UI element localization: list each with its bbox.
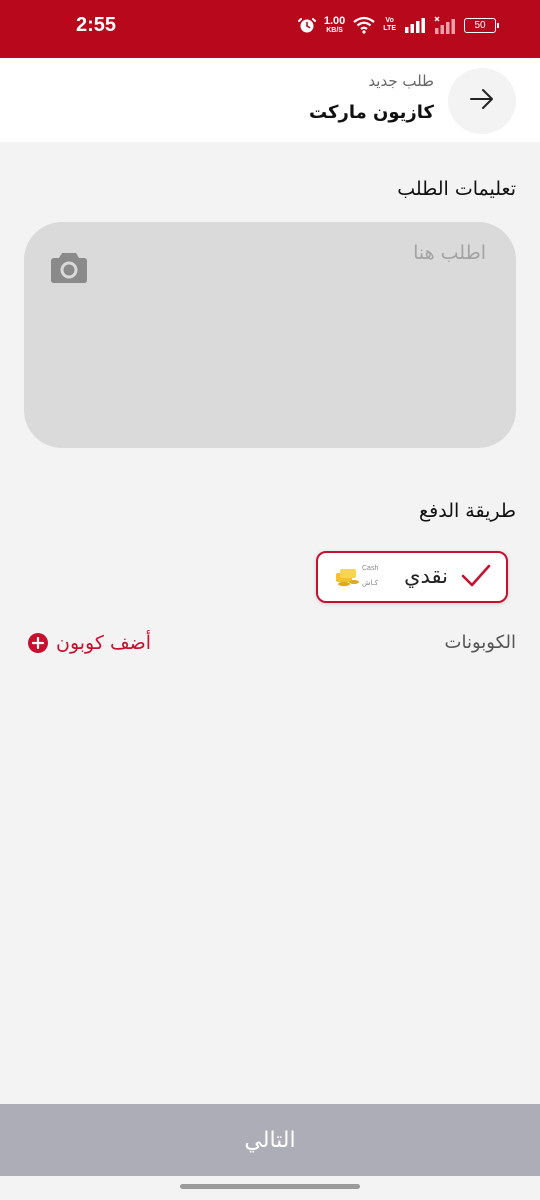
store-name: كازيون ماركت xyxy=(308,102,434,123)
network-speed-unit: KB/S xyxy=(326,27,343,34)
camera-icon[interactable] xyxy=(50,250,88,284)
payment-caption-en: Cash xyxy=(362,565,379,572)
payment-option-cash[interactable]: نقدي Cash كـاش xyxy=(316,551,508,603)
volte-indicator: Vo LTE xyxy=(383,17,396,32)
next-button[interactable]: التالي xyxy=(0,1104,540,1176)
checkmark-icon xyxy=(460,563,492,593)
alarm-icon xyxy=(297,16,316,34)
back-button[interactable] xyxy=(448,68,516,134)
add-coupon-label: أضف كوبون xyxy=(56,632,152,654)
home-indicator[interactable] xyxy=(180,1184,360,1189)
volte-bottom: LTE xyxy=(383,25,396,32)
arrow-right-icon xyxy=(469,88,495,114)
instructions-input[interactable] xyxy=(156,242,486,264)
status-bar: 2:55 1.00 KB/S Vo LTE 50 xyxy=(0,0,540,58)
payment-caption-ar: كـاش xyxy=(362,579,379,587)
header: طلب جديد كازيون ماركت xyxy=(0,58,540,142)
network-speed: 1.00 KB/S xyxy=(323,15,346,35)
signal-icon xyxy=(404,17,426,33)
plus-circle-icon xyxy=(28,633,48,653)
wifi-icon xyxy=(353,16,375,34)
payment-option-name: نقدي xyxy=(404,564,448,588)
instructions-box[interactable] xyxy=(24,222,516,448)
add-coupon-button[interactable]: أضف كوبون xyxy=(28,630,151,656)
coupons-label: الكوبونات xyxy=(444,632,516,653)
payment-method-label: طريقة الدفع xyxy=(419,500,516,522)
header-subtitle: طلب جديد xyxy=(368,72,434,90)
network-speed-value: 1.00 xyxy=(323,15,346,27)
signal-x-icon xyxy=(434,16,456,34)
volte-top: Vo xyxy=(385,17,394,25)
status-icons: 1.00 KB/S Vo LTE 50 xyxy=(297,15,499,35)
instructions-label: تعليمات الطلب xyxy=(397,178,516,200)
status-time: 2:55 xyxy=(76,14,117,36)
battery-icon: 50 xyxy=(464,17,499,33)
